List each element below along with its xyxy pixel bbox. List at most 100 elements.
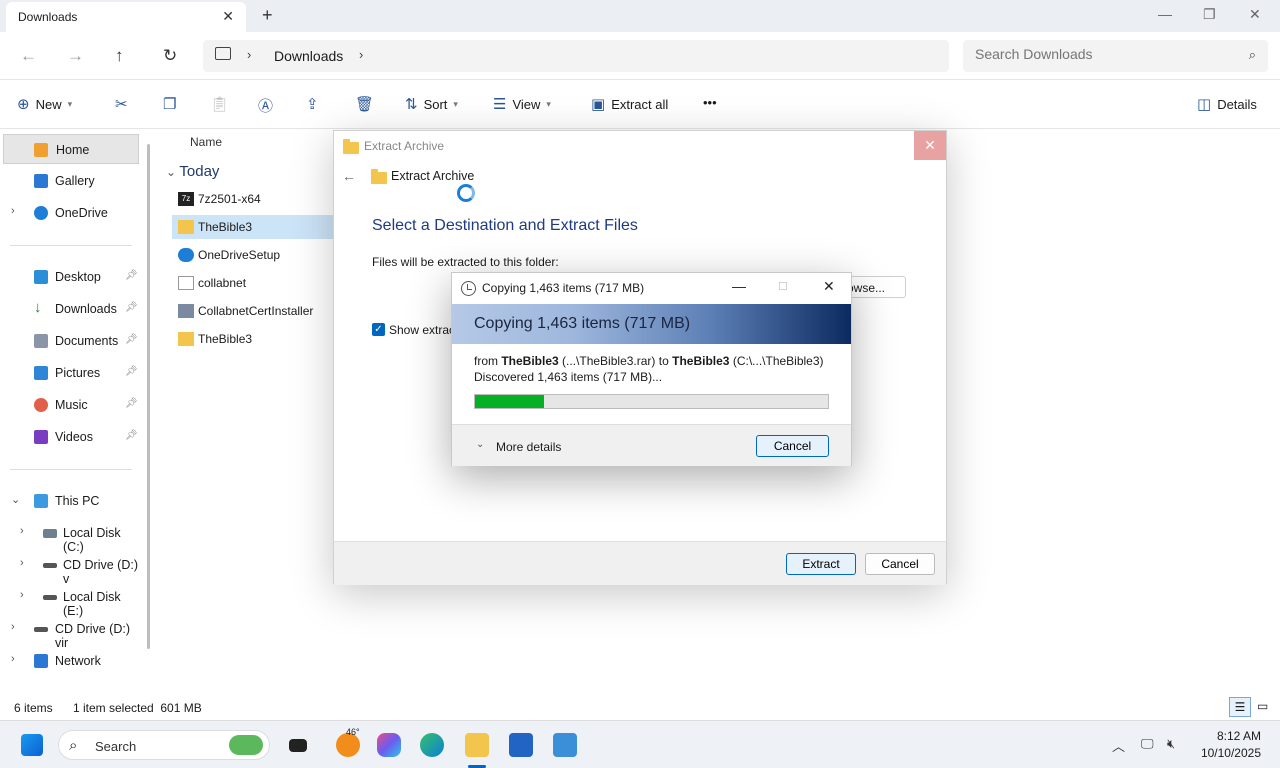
pin-icon[interactable]: 📌︎ [125,398,138,409]
chevron-up-icon[interactable]: ︿ [1112,736,1125,755]
pin-icon[interactable]: 📌︎ [125,270,138,281]
view-button[interactable]: ☰ View ▾ [493,95,551,113]
chevron-right-icon[interactable]: › [11,653,15,665]
chevron-right-icon[interactable]: › [20,525,24,537]
tiles-view-icon[interactable]: ▭ [1257,699,1268,713]
list-item[interactable]: CollabnetCertInstaller [172,299,348,323]
sidebar-item-documents[interactable]: Documents 📌︎ [0,326,140,356]
list-item[interactable]: collabnet [172,271,348,295]
chevron-right-icon[interactable]: › [20,557,24,569]
cancel-copy-button[interactable]: Cancel [756,435,829,457]
search-input[interactable] [975,46,1225,62]
close-icon[interactable]: ✕ [914,131,946,160]
tab-bar: Downloads ✕ + — ❐ ✕ [0,0,1280,32]
list-item[interactable]: TheBible3 [172,215,352,239]
tab-close-icon[interactable]: ✕ [222,8,234,25]
search-box[interactable]: ⌕ [963,40,1268,72]
cancel-button[interactable]: Cancel [865,553,935,575]
wizard-header: Extract Archive [391,169,475,183]
sidebar-item-videos[interactable]: Videos 📌︎ [0,422,140,452]
chevron-down-icon: ⌄ [476,439,485,450]
share-button[interactable]: ⇪ [306,95,319,113]
list-item[interactable]: OneDriveSetup [172,243,348,267]
maximize-icon[interactable]: ❐ [1203,6,1216,23]
store-icon[interactable] [509,733,533,757]
sidebar-item-this-pc[interactable]: ⌄ This PC [0,486,140,516]
details-button[interactable]: ◫ Details [1197,95,1257,113]
source-name[interactable]: TheBible3 [501,354,558,368]
chevron-right-icon[interactable]: › [247,47,251,62]
list-item[interactable]: TheBible3 [172,327,348,351]
new-tab-icon[interactable]: + [262,5,273,26]
tab-downloads[interactable]: Downloads ✕ [6,2,246,32]
sidebar-item-onedrive[interactable]: › OneDrive [0,198,140,228]
sidebar-item-cd-drive[interactable]: › CD Drive (D:) v [0,550,140,586]
search-icon[interactable]: ⌕ [1249,47,1256,63]
edge-icon[interactable] [420,733,444,757]
clock-date[interactable]: 10/10/2025 [1191,746,1261,760]
sidebar-item-local-e[interactable]: › Local Disk (E:) [0,582,140,618]
taskbar-search[interactable]: ⌕ Search [58,730,270,760]
sidebar-item-pictures[interactable]: Pictures 📌︎ [0,358,140,388]
breadcrumb[interactable]: › Downloads › [203,40,949,72]
more-options-button[interactable]: ••• [703,95,717,110]
minimize-icon[interactable]: — [1158,6,1172,22]
task-view-icon[interactable] [289,739,307,752]
sidebar-scrollbar[interactable] [147,144,150,649]
delete-button[interactable]: 🗑︎ [355,95,374,113]
sidebar-item-gallery[interactable]: Gallery [0,166,140,196]
cut-button[interactable]: ✂ [115,95,128,113]
up-icon[interactable]: ↑ [115,46,124,66]
details-view-icon[interactable]: ☰ [1229,697,1251,717]
minimize-icon[interactable]: — [732,278,746,294]
more-icon: ••• [703,95,717,110]
destination-name[interactable]: TheBible3 [672,354,729,368]
breadcrumb-downloads[interactable]: Downloads [274,48,343,64]
copy-button[interactable]: ❐ [163,95,176,113]
chevron-right-icon[interactable]: › [20,589,24,601]
file-name: TheBible3 [198,332,253,346]
sidebar-item-local-c[interactable]: › Local Disk (C:) [0,518,140,554]
file-explorer-icon[interactable] [465,733,489,757]
pin-icon[interactable]: 📌︎ [125,430,138,441]
volume-icon[interactable]: 🔇︎ [1167,736,1175,752]
chevron-right-icon[interactable]: › [359,47,363,62]
back-arrow-icon[interactable]: ← [342,168,356,184]
chevron-right-icon[interactable]: › [11,621,15,633]
pin-icon[interactable]: 📌︎ [125,302,138,313]
pin-icon[interactable]: 📌︎ [125,334,138,345]
pin-icon[interactable]: 📌︎ [125,366,138,377]
sidebar-item-music[interactable]: Music 📌︎ [0,390,140,420]
refresh-icon[interactable]: ↻ [163,46,177,66]
app-icon[interactable] [553,733,577,757]
scissors-icon: ✂ [115,96,128,113]
clock-time[interactable]: 8:12 AM [1199,729,1261,743]
column-header-name[interactable]: Name [190,135,222,149]
extract-button[interactable]: Extract [786,553,856,575]
group-header-today[interactable]: ⌄ Today [166,163,219,180]
sidebar-item-downloads[interactable]: ↓ Downloads 📌︎ [0,294,140,324]
chevron-down-icon[interactable]: ⌄ [11,493,20,506]
paste-button[interactable]: 📋︎ [210,95,229,113]
close-window-icon[interactable]: ✕ [1249,6,1261,23]
network-icon[interactable]: 🖵︎ [1141,736,1154,752]
list-item[interactable]: 7z 7z2501-x64 [172,187,348,211]
sort-button[interactable]: ⇅ Sort ▾ [405,95,458,113]
copilot-icon[interactable] [377,733,401,757]
search-highlight-icon [229,735,263,755]
back-icon[interactable]: ← [20,46,37,66]
extract-all-button[interactable]: ▣ Extract all [591,95,668,113]
paste-icon: 📋︎ [210,96,230,113]
forward-icon[interactable]: → [67,46,84,66]
show-files-checkbox[interactable]: ✓ [372,323,385,336]
sidebar-item-cd-drive-2[interactable]: › CD Drive (D:) vir [0,614,140,650]
windows-start-icon[interactable] [21,734,43,756]
more-details-toggle[interactable]: ⌄ More details [476,439,561,454]
sidebar-item-desktop[interactable]: Desktop 📌︎ [0,262,140,292]
sidebar-item-home[interactable]: Home [3,134,139,164]
new-button[interactable]: ⊕ New ▾ [17,95,72,113]
rename-button[interactable]: Ⓐ [258,95,273,116]
sidebar-item-network[interactable]: › Network [0,646,140,676]
chevron-right-icon[interactable]: › [11,205,15,217]
close-icon[interactable]: ✕ [823,278,835,295]
